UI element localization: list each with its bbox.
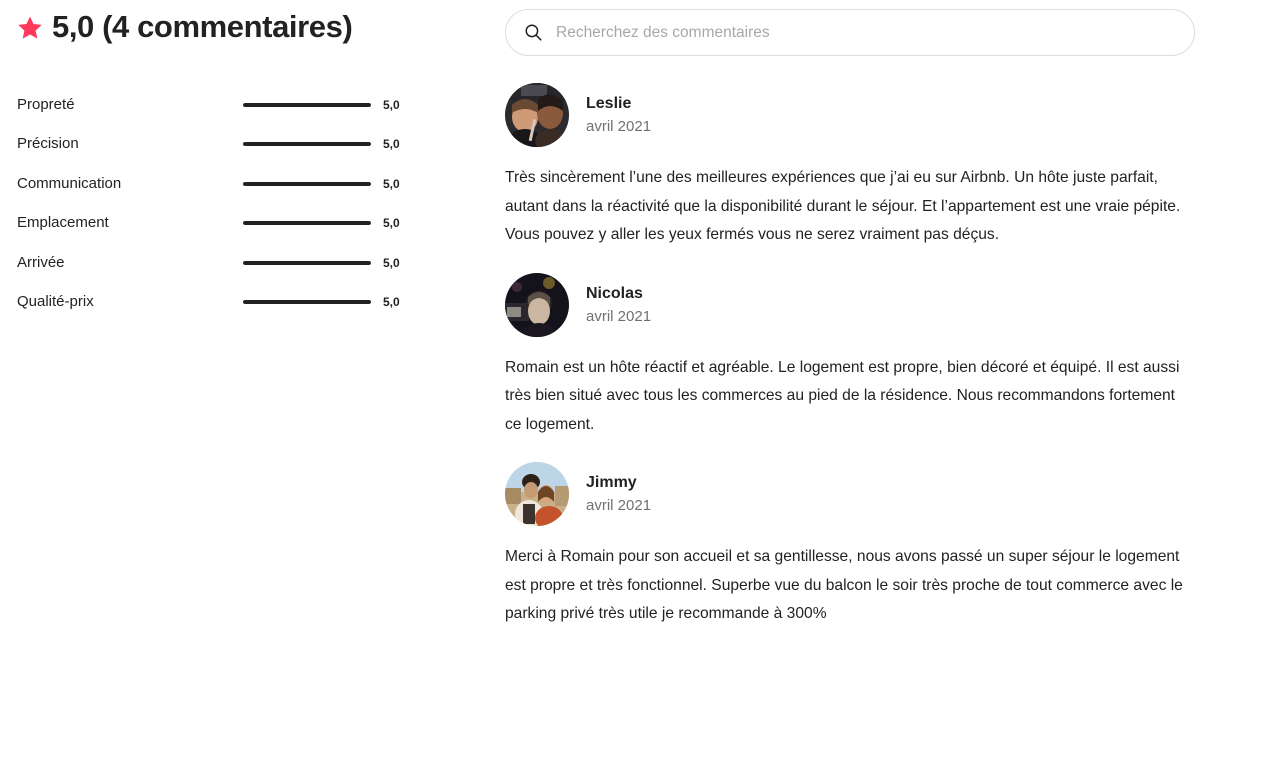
review-text: Romain est un hôte réactif et agréable. …	[505, 358, 1180, 433]
rating-label: Précision	[17, 135, 79, 153]
rating-label: Communication	[17, 174, 122, 192]
rating-label: Qualité-prix	[17, 293, 94, 311]
review-item: Nicolas avril 2021 Romain est un hôte ré…	[505, 272, 1280, 440]
search-icon	[524, 23, 543, 42]
rating-row: Propreté 5,0	[17, 85, 437, 125]
rating-value: 5,0	[383, 295, 400, 310]
rating-bar-fill	[243, 142, 371, 147]
rating-bar-track	[243, 142, 371, 147]
avatar-nicolas[interactable]	[505, 272, 569, 337]
avatar-jimmy[interactable]	[505, 462, 569, 526]
reviewer-name: Leslie	[586, 95, 632, 112]
star-icon	[17, 15, 43, 41]
rating-label: Propreté	[17, 95, 75, 113]
review-text: Très sincèrement l’une des meilleures ex…	[505, 169, 1181, 243]
review-header: Leslie avril 2021	[505, 83, 1280, 147]
rating-bar-fill	[243, 102, 371, 107]
rating-label: Emplacement	[17, 214, 109, 232]
rating-bar-track	[243, 181, 371, 186]
rating-row: Précision 5,0	[17, 125, 437, 165]
review-meta: Nicolas avril 2021	[586, 283, 651, 327]
review-item: Jimmy avril 2021 Merci à Romain pour son…	[505, 462, 1280, 629]
review-item: Leslie avril 2021 Très sincèrement l’une…	[505, 83, 1280, 250]
rating-bar-fill	[243, 181, 371, 186]
review-text: Merci à Romain pour son accueil et sa ge…	[505, 548, 1183, 622]
reviews-page: 5,0 (4 commentaires) Propreté 5,0 Précis…	[0, 0, 1280, 771]
rating-value: 5,0	[383, 216, 400, 231]
rating-value: 5,0	[383, 137, 400, 152]
reviews-panel: Leslie avril 2021 Très sincèrement l’une…	[500, 0, 1280, 629]
rating-bar-track	[243, 102, 371, 107]
rating-summary-panel: 5,0 (4 commentaires) Propreté 5,0 Précis…	[0, 0, 500, 322]
rating-label: Arrivée	[17, 253, 65, 271]
page-title: 5,0 (4 commentaires)	[17, 7, 500, 47]
reviews-list: Leslie avril 2021 Très sincèrement l’une…	[505, 83, 1280, 629]
review-date: avril 2021	[586, 118, 652, 135]
rating-row: Arrivée 5,0	[17, 243, 437, 283]
rating-value: 5,0	[383, 97, 400, 112]
avatar-leslie[interactable]	[505, 83, 569, 147]
category-ratings-list: Propreté 5,0 Précision 5,0 Communication…	[17, 85, 437, 322]
review-header: Jimmy avril 2021	[505, 462, 1280, 526]
search-box[interactable]	[505, 9, 1195, 56]
review-meta: Jimmy avril 2021	[586, 472, 651, 516]
rating-bar-track	[243, 260, 371, 265]
search-input[interactable]	[556, 19, 1176, 46]
rating-bar-fill	[243, 221, 371, 226]
rating-bar-track	[243, 300, 371, 305]
rating-value: 5,0	[383, 255, 400, 270]
reviewer-name: Nicolas	[586, 284, 643, 302]
review-date: avril 2021	[586, 497, 652, 514]
review-date: avril 2021	[586, 307, 652, 325]
page-title-text: 5,0 (4 commentaires)	[52, 9, 353, 44]
rating-value: 5,0	[383, 176, 400, 191]
rating-row: Emplacement 5,0	[17, 204, 437, 244]
reviewer-name: Jimmy	[586, 474, 637, 491]
review-header: Nicolas avril 2021	[505, 272, 1280, 337]
rating-bar-fill	[243, 300, 371, 305]
rating-bar-fill	[243, 260, 371, 265]
rating-row: Communication 5,0	[17, 164, 437, 204]
rating-bar-track	[243, 221, 371, 226]
review-meta: Leslie avril 2021	[586, 93, 651, 137]
rating-row: Qualité-prix 5,0	[17, 283, 437, 323]
